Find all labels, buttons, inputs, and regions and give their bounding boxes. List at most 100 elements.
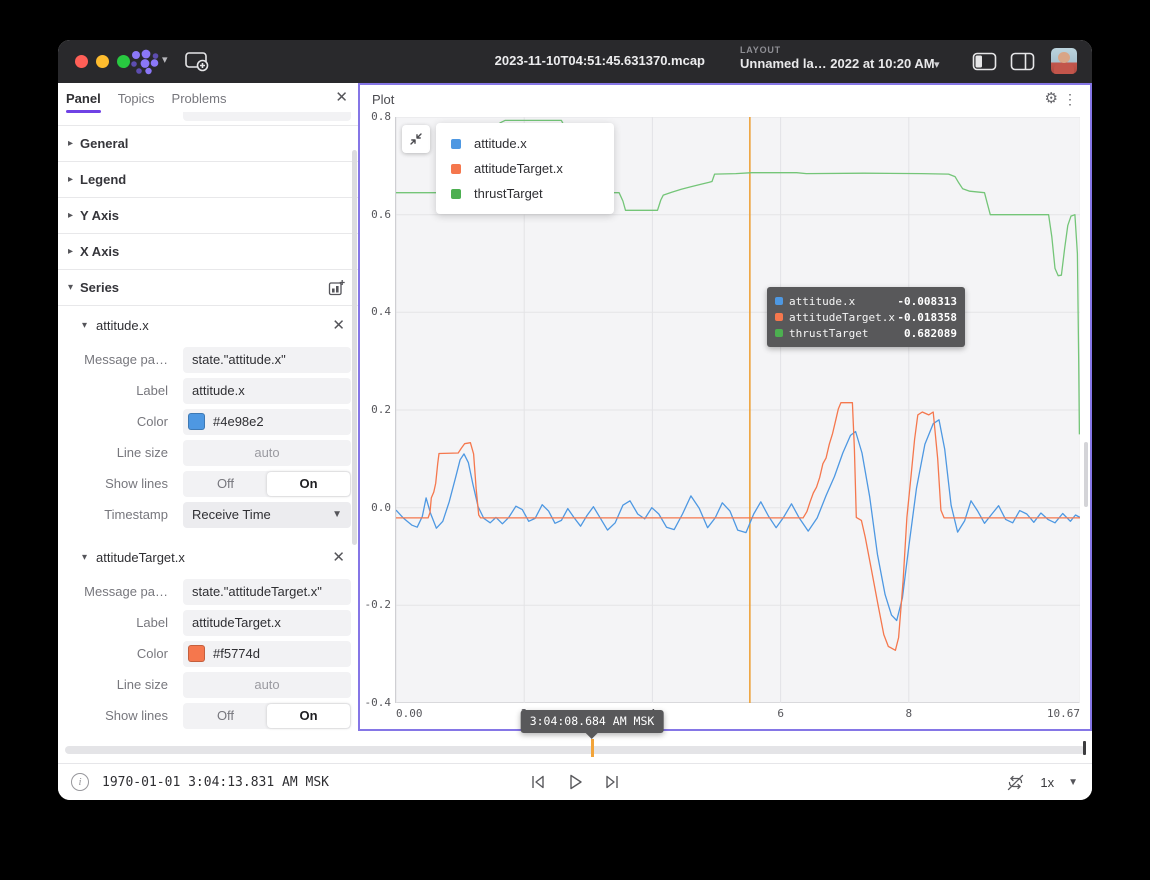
show-lines-off-button[interactable]: Off — [184, 704, 267, 728]
timestamp-select[interactable]: Receive Time ▼ — [183, 502, 351, 528]
timeline-scrubber[interactable] — [58, 731, 1092, 763]
show-lines-toggle: Off On — [183, 471, 351, 497]
tooltip-row: attitudeTarget.x -0.018358 — [775, 309, 957, 325]
panel-title: Plot — [372, 92, 394, 107]
add-series-icon[interactable] — [328, 279, 345, 301]
line-size-input[interactable]: auto — [183, 440, 351, 466]
chevron-down-icon: ▾ — [82, 320, 96, 331]
section-general[interactable]: ▸ General — [58, 126, 358, 162]
panel-menu-kebab-icon[interactable]: ⋮ — [1063, 91, 1077, 108]
reset-view-button[interactable] — [402, 125, 430, 153]
tooltip-row: attitude.x -0.008313 — [775, 293, 957, 309]
minimize-window-button[interactable] — [96, 55, 109, 68]
chevron-right-icon: ▸ — [68, 246, 80, 257]
field-message-path: Message pa… state."attitude.x" — [58, 344, 358, 375]
section-series[interactable]: ▾ Series — [58, 270, 358, 306]
remove-series-icon[interactable]: ✕ — [332, 316, 345, 334]
show-lines-on-button[interactable]: On — [267, 704, 350, 728]
show-lines-on-button[interactable]: On — [267, 472, 350, 496]
field-label: Label attitude.x — [58, 375, 358, 406]
layout-chevron-icon[interactable]: ▾ — [934, 58, 940, 71]
app-menu-chevron-icon[interactable]: ▾ — [162, 53, 168, 66]
tooltip-value: 0.682089 — [904, 327, 957, 340]
message-path-input[interactable]: state."attitude.x" — [183, 347, 351, 373]
show-lines-toggle: Off On — [183, 703, 351, 729]
toggle-right-sidebar-button[interactable] — [1010, 52, 1035, 76]
label-input[interactable]: attitudeTarget.x — [183, 610, 351, 636]
tab-problems[interactable]: Problems — [172, 89, 227, 106]
title-field-label: Title — [58, 112, 176, 115]
title-bar: ▾ 2023-11-10T04:51:45.631370.mcap LAYOUT… — [58, 40, 1092, 83]
color-input[interactable]: #f5774d — [183, 641, 351, 667]
section-y-axis[interactable]: ▸ Y Axis — [58, 198, 358, 234]
scrubber-track[interactable] — [65, 746, 1085, 754]
info-icon[interactable]: i — [71, 773, 89, 791]
legend-item-thrust-target[interactable]: thrustTarget — [436, 181, 614, 206]
scrubber-hover-marker[interactable] — [591, 739, 594, 757]
settings-sidebar: Panel Topics Problems ✕ Title Plot ▸ Gen… — [58, 83, 358, 731]
message-path-input[interactable]: state."attitudeTarget.x" — [183, 579, 351, 605]
user-avatar[interactable] — [1051, 48, 1077, 74]
tooltip-swatch — [775, 313, 783, 321]
seek-forward-button[interactable] — [602, 771, 622, 793]
tooltip-value: -0.008313 — [897, 295, 957, 308]
tab-panel[interactable]: Panel — [66, 89, 101, 106]
color-swatch[interactable] — [188, 413, 205, 430]
scrubber-playhead[interactable] — [1083, 741, 1086, 755]
layout-selector[interactable]: LAYOUT Unnamed la… 2022 at 10:20 AM — [740, 45, 935, 71]
app-logo-icon[interactable] — [128, 49, 162, 80]
chevron-right-icon: ▸ — [68, 174, 80, 185]
chevron-right-icon: ▸ — [68, 210, 80, 221]
loop-off-icon[interactable] — [1005, 772, 1026, 793]
legend-item-attitude-target-x[interactable]: attitudeTarget.x — [436, 156, 614, 181]
app-window: ▾ 2023-11-10T04:51:45.631370.mcap LAYOUT… — [58, 40, 1092, 800]
open-file-title: 2023-11-10T04:51:45.631370.mcap — [495, 53, 705, 68]
tooltip-swatch — [775, 329, 783, 337]
section-x-axis[interactable]: ▸ X Axis — [58, 234, 358, 270]
seek-backward-button[interactable] — [528, 771, 548, 793]
label-input[interactable]: attitude.x — [183, 378, 351, 404]
window-controls — [75, 55, 130, 68]
field-line-size: Line size auto — [58, 437, 358, 468]
panel-scrollbar[interactable] — [1084, 442, 1088, 507]
series-header-attitude-target-x[interactable]: ▾ attitudeTarget.x ✕ — [58, 538, 358, 576]
layout-name: Unnamed la… 2022 at 10:20 AM — [740, 56, 935, 71]
play-button[interactable] — [565, 771, 585, 793]
toggle-left-sidebar-button[interactable] — [972, 52, 997, 76]
field-color: Color #f5774d — [58, 638, 358, 669]
legend-item-attitude-x[interactable]: attitude.x — [436, 131, 614, 156]
field-timestamp: Timestamp Receive Time ▼ — [58, 499, 358, 530]
plot-panel[interactable]: Plot ⚙ ⋮ 0.80.60.40.20.0-0.2-0.4 0.00246… — [358, 83, 1092, 731]
add-panel-button[interactable] — [184, 50, 210, 77]
panel-settings-gear-icon[interactable]: ⚙ — [1045, 89, 1058, 107]
close-sidebar-icon[interactable]: ✕ — [335, 88, 348, 106]
playback-speed[interactable]: 1x — [1040, 775, 1054, 790]
scrolled-title-row: Title Plot — [58, 112, 358, 126]
show-lines-off-button[interactable]: Off — [184, 472, 267, 496]
chevron-down-icon: ▼ — [332, 509, 342, 520]
color-input[interactable]: #4e98e2 — [183, 409, 351, 435]
series-header-attitude-x[interactable]: ▾ attitude.x ✕ — [58, 306, 358, 344]
field-message-path: Message pa… state."attitudeTarget.x" — [58, 576, 358, 607]
title-field-input[interactable]: Plot — [183, 112, 351, 121]
tooltip-value: -0.018358 — [897, 311, 957, 324]
line-size-input[interactable]: auto — [183, 672, 351, 698]
chevron-down-icon: ▾ — [82, 552, 96, 563]
tab-topics[interactable]: Topics — [118, 89, 155, 106]
chevron-down-icon: ▾ — [68, 282, 80, 293]
playback-options: 1x ▼ — [1005, 772, 1078, 793]
tooltip-swatch — [775, 297, 783, 305]
avatar-photo — [1058, 52, 1070, 63]
section-legend[interactable]: ▸ Legend — [58, 162, 358, 198]
playback-bar: i 1970-01-01 3:04:13.831 AM MSK 1x ▼ — [58, 763, 1092, 800]
current-timestamp: 1970-01-01 3:04:13.831 AM MSK — [102, 775, 329, 790]
color-swatch[interactable] — [188, 645, 205, 662]
field-color: Color #4e98e2 — [58, 406, 358, 437]
legend-swatch — [451, 164, 461, 174]
field-label: Label attitudeTarget.x — [58, 607, 358, 638]
speed-chevron-icon[interactable]: ▼ — [1068, 777, 1078, 788]
plot-legend[interactable]: attitude.x attitudeTarget.x thrustTarget — [436, 123, 614, 214]
remove-series-icon[interactable]: ✕ — [332, 548, 345, 566]
close-window-button[interactable] — [75, 55, 88, 68]
chevron-right-icon: ▸ — [68, 138, 80, 149]
